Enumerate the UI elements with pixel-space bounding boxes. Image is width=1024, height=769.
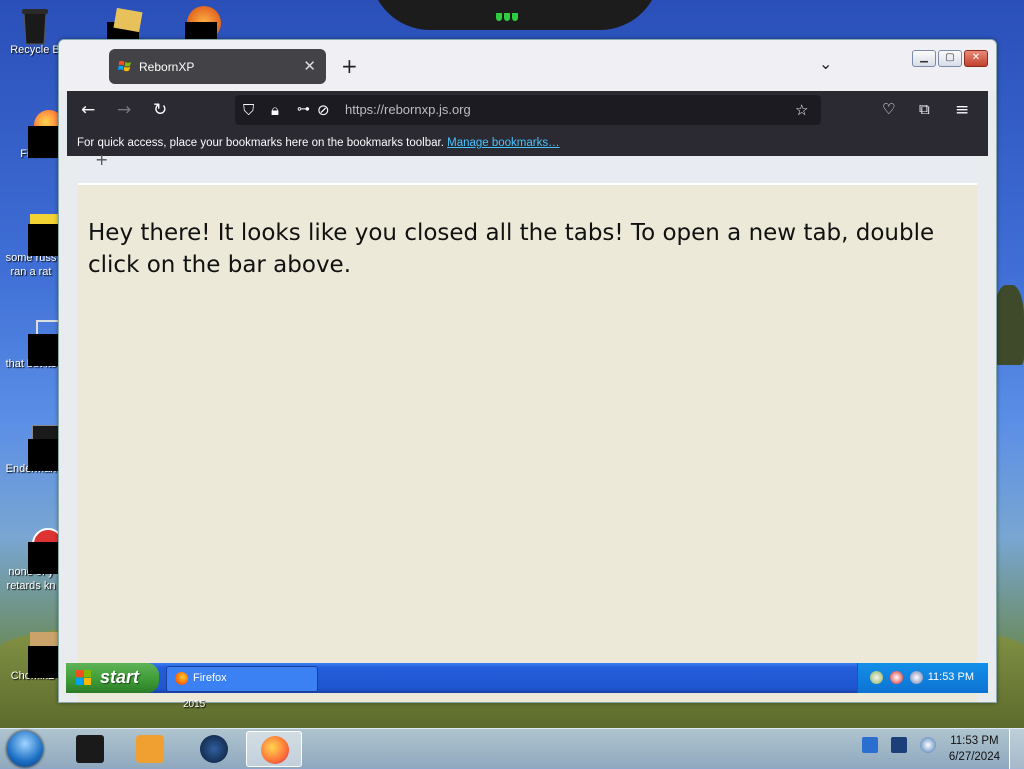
app-icon <box>16 632 60 678</box>
closed-tabs-message: Hey there! It looks like you closed all … <box>88 220 935 278</box>
firefox-icon <box>261 736 289 764</box>
tab-strip-bar[interactable] <box>78 157 977 185</box>
desktop-icon-media[interactable] <box>165 6 227 54</box>
permissions-icon[interactable]: ⊶ <box>297 102 310 117</box>
crosshair-cursor-icon: + <box>95 150 109 169</box>
close-window-button[interactable]: ✕ <box>964 50 988 67</box>
app-icon <box>76 735 104 763</box>
lock-icon[interactable]: 🔒︎ <box>271 101 279 119</box>
minimize-button[interactable]: ▁ <box>912 50 936 67</box>
notch-indicator <box>496 6 528 21</box>
window-controls: ▁ ▢ ✕ <box>910 45 988 67</box>
host-clock[interactable]: 11:53 PM 6/27/2024 <box>949 733 1000 765</box>
folder-icon <box>99 6 143 54</box>
windows-start-orb-icon[interactable] <box>7 731 43 767</box>
new-tab-button[interactable]: + <box>341 54 358 78</box>
desktop-icon-file[interactable]: some russ ran a rat <box>0 214 62 279</box>
taskbar-pin-firefox[interactable] <box>246 731 302 767</box>
start-button[interactable]: start <box>66 663 159 693</box>
tab-title: RebornXP <box>139 60 195 74</box>
firefox-icon <box>20 110 64 158</box>
xp-taskbar: start Firefox 11:53 PM <box>66 663 988 693</box>
show-desktop-button[interactable] <box>1009 729 1024 769</box>
bookmarks-hint: For quick access, place your bookmarks h… <box>77 137 444 149</box>
tray-app-icon[interactable] <box>862 737 878 753</box>
desktop-icon-chomik[interactable]: ChomikB <box>2 632 64 683</box>
media-player-icon <box>136 735 164 763</box>
pocket-icon[interactable]: ♡ <box>882 100 895 118</box>
windows-flag-icon <box>76 670 91 685</box>
start-label: start <box>100 667 140 687</box>
recycle-bin-icon <box>18 6 52 45</box>
back-arrow-icon[interactable]: ← <box>81 100 95 120</box>
tray-volume-icon[interactable] <box>920 737 937 753</box>
windows-xp-logo-icon <box>118 60 132 72</box>
tray-network-icon[interactable] <box>870 671 883 684</box>
tracking-protection-icon[interactable]: ⊘ <box>317 101 330 119</box>
tab-rebornxp[interactable]: RebornXP ✕ <box>109 49 326 84</box>
maximize-button[interactable]: ▢ <box>938 50 962 67</box>
taskbar-pin-app[interactable] <box>62 731 118 767</box>
bookmark-star-icon[interactable]: ☆ <box>795 101 808 119</box>
folder-icon <box>14 320 62 366</box>
page-content: Hey there! It looks like you closed all … <box>78 157 977 702</box>
xp-clock[interactable]: 11:53 PM <box>928 671 974 683</box>
reload-icon[interactable]: ↻ <box>153 100 167 120</box>
clock-date: 6/27/2024 <box>948 751 1000 763</box>
navigation-toolbar: ← → ↻ ⛉ 🔒︎ ⊶ ⊘ https://rebornxp.js.org ☆… <box>67 91 988 130</box>
taskbar-pin-media-player[interactable] <box>122 731 178 767</box>
host-system-tray <box>862 737 944 757</box>
app-icon <box>200 735 228 763</box>
tray-security-icon[interactable] <box>890 671 903 684</box>
bookmarks-toolbar: For quick access, place your bookmarks h… <box>67 130 988 156</box>
desktop-icon-app[interactable]: none of y retards kn <box>0 528 64 593</box>
menu-icon[interactable]: ≡ <box>955 100 969 120</box>
app-icon <box>14 528 64 574</box>
taskbar-item-firefox[interactable]: Firefox <box>166 666 318 692</box>
tab-close-icon[interactable]: ✕ <box>303 57 316 75</box>
firefox-icon <box>175 672 188 685</box>
desktop-icon-recycle-bin[interactable]: Recycle B <box>4 6 66 57</box>
forward-arrow-icon[interactable]: → <box>117 100 131 120</box>
clock-time: 11:53 PM <box>950 735 999 747</box>
desktop-icon-folder[interactable] <box>85 6 147 54</box>
desktop-icon-enderman[interactable]: Enderman <box>0 425 62 476</box>
taskbar-pin-app-2[interactable] <box>186 731 242 767</box>
manage-bookmarks-link[interactable]: Manage bookmarks… <box>447 137 560 149</box>
desktop-icon-folder-2[interactable]: that but its <box>0 320 62 371</box>
shield-icon[interactable]: ⛉ <box>243 101 254 119</box>
url-bar[interactable]: ⛉ 🔒︎ ⊶ ⊘ https://rebornxp.js.org ☆ <box>235 95 821 125</box>
file-icon <box>14 214 60 256</box>
xp-system-tray: 11:53 PM <box>857 663 988 693</box>
browser-window: RebornXP ✕ + ⌄ ▁ ▢ ✕ ← → ↻ ⛉ 🔒︎ ⊶ ⊘ https:… <box>58 39 997 703</box>
tray-volume-icon[interactable] <box>910 671 923 684</box>
app-icon <box>14 425 60 471</box>
wallpaper-tree <box>994 285 1024 365</box>
desktop-caption: 2015 <box>183 699 206 710</box>
host-taskbar: 11:53 PM 6/27/2024 <box>0 728 1024 769</box>
browser-titlebar[interactable]: RebornXP ✕ + ⌄ ▁ ▢ ✕ <box>59 40 996 91</box>
url-text[interactable]: https://rebornxp.js.org <box>345 102 471 117</box>
media-icon <box>179 6 221 54</box>
task-label: Firefox <box>193 672 227 684</box>
tray-network-icon[interactable] <box>891 737 908 753</box>
list-all-tabs-icon[interactable]: ⌄ <box>819 54 832 73</box>
extensions-icon[interactable]: ⧉ <box>919 100 930 118</box>
